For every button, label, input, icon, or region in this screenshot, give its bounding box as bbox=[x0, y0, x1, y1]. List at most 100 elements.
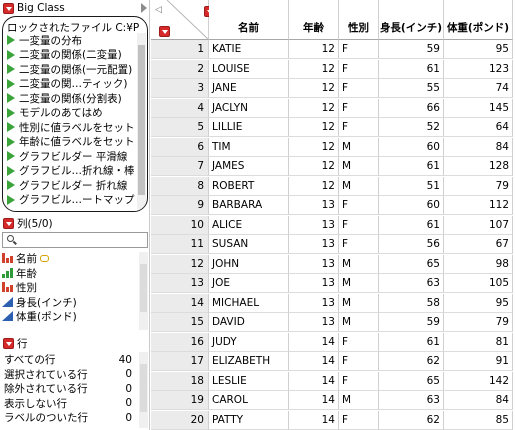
row-number[interactable]: 20 bbox=[151, 410, 209, 430]
table-cell[interactable]: 145 bbox=[444, 98, 513, 118]
table-cell[interactable]: 12 bbox=[289, 98, 339, 118]
run-script-triangle-icon[interactable] bbox=[7, 151, 15, 161]
table-cell[interactable]: 52 bbox=[379, 118, 444, 137]
column-search-input[interactable] bbox=[2, 232, 148, 248]
table-cell[interactable]: 62 bbox=[379, 410, 444, 430]
table-cell[interactable]: LESLIE bbox=[209, 371, 289, 391]
table-cell[interactable]: JOHN bbox=[209, 254, 289, 274]
table-script-item[interactable]: 一変量の分布 bbox=[7, 33, 135, 47]
table-script-item[interactable]: グラフビル…折れ線・棒 bbox=[7, 164, 135, 178]
table-cell[interactable]: 59 bbox=[379, 313, 444, 332]
table-cell[interactable]: F bbox=[339, 410, 379, 430]
table-cell[interactable]: 13 bbox=[289, 313, 339, 332]
table-script-item[interactable]: 二変量の関係(一元配置) bbox=[7, 62, 135, 76]
column-list-item[interactable]: 身長(インチ) bbox=[2, 296, 77, 309]
scripts-scroll-thumb[interactable] bbox=[138, 45, 145, 195]
table-cell[interactable]: SUSAN bbox=[209, 235, 289, 254]
table-cell[interactable]: ELIZABETH bbox=[209, 352, 289, 371]
table-script-item[interactable]: 二変量の関係(二変量) bbox=[7, 48, 135, 62]
table-cell[interactable]: 51 bbox=[379, 176, 444, 196]
run-script-triangle-icon[interactable] bbox=[7, 78, 15, 89]
table-cell[interactable]: 12 bbox=[289, 118, 339, 137]
table-cell[interactable]: 56 bbox=[379, 235, 444, 254]
table-cell[interactable]: JANE bbox=[209, 79, 289, 98]
rows-scrollbar[interactable] bbox=[139, 352, 148, 428]
columns-scrollbar[interactable] bbox=[139, 252, 148, 330]
rows-header-menu-icon[interactable] bbox=[159, 26, 170, 37]
table-script-item[interactable]: グラフビルダー 折れ線 bbox=[7, 178, 135, 192]
table-cell[interactable]: MICHAEL bbox=[209, 293, 289, 313]
row-number[interactable]: 19 bbox=[151, 391, 209, 410]
run-script-triangle-icon[interactable] bbox=[7, 194, 15, 205]
table-cell[interactable]: 61 bbox=[379, 59, 444, 79]
table-cell[interactable]: 13 bbox=[289, 254, 339, 274]
table-cell[interactable]: 12 bbox=[289, 79, 339, 98]
row-number[interactable]: 8 bbox=[151, 176, 209, 196]
table-cell[interactable]: M bbox=[339, 176, 379, 196]
table-cell[interactable]: 59 bbox=[379, 40, 444, 59]
table-cell[interactable]: 67 bbox=[444, 235, 513, 254]
table-cell[interactable]: 79 bbox=[444, 313, 513, 332]
table-cell[interactable]: M bbox=[339, 313, 379, 332]
row-number[interactable]: 18 bbox=[151, 371, 209, 391]
run-script-triangle-icon[interactable] bbox=[7, 122, 15, 132]
run-script-triangle-icon[interactable] bbox=[7, 49, 15, 60]
row-state-item[interactable]: 除外されている行 0 bbox=[4, 382, 132, 396]
row-number[interactable]: 5 bbox=[151, 118, 209, 137]
table-cell[interactable]: 12 bbox=[289, 157, 339, 176]
row-number[interactable]: 7 bbox=[151, 157, 209, 176]
run-script-triangle-icon[interactable] bbox=[7, 107, 15, 118]
table-cell[interactable]: JUDY bbox=[209, 332, 289, 352]
table-cell[interactable]: 14 bbox=[289, 352, 339, 371]
run-script-triangle-icon[interactable] bbox=[7, 180, 15, 190]
table-cell[interactable]: JOE bbox=[209, 274, 289, 293]
table-cell[interactable]: LILLIE bbox=[209, 118, 289, 137]
table-cell[interactable]: 12 bbox=[289, 137, 339, 157]
table-cell[interactable]: 14 bbox=[289, 332, 339, 352]
table-cell[interactable]: F bbox=[339, 196, 379, 215]
columns-menu-red-triangle-icon[interactable] bbox=[3, 217, 14, 229]
table-cell[interactable]: JAMES bbox=[209, 157, 289, 176]
row-number[interactable]: 6 bbox=[151, 137, 209, 157]
table-cell[interactable]: 13 bbox=[289, 196, 339, 215]
table-cell[interactable]: 112 bbox=[444, 196, 513, 215]
table-cell[interactable]: 105 bbox=[444, 274, 513, 293]
table-script-item[interactable]: 性別に値ラベルをセット bbox=[7, 120, 135, 134]
table-script-item[interactable]: 二変量の関係(分割表) bbox=[7, 91, 135, 105]
table-cell[interactable]: F bbox=[339, 235, 379, 254]
column-list-item[interactable]: 体重(ポンド) bbox=[2, 310, 77, 323]
table-cell[interactable]: TIM bbox=[209, 137, 289, 157]
columns-scroll-thumb[interactable] bbox=[140, 264, 147, 312]
table-cell[interactable]: 12 bbox=[289, 176, 339, 196]
table-cell[interactable]: 62 bbox=[379, 352, 444, 371]
table-cell[interactable]: 61 bbox=[379, 215, 444, 235]
table-cell[interactable]: 84 bbox=[444, 391, 513, 410]
row-number[interactable]: 9 bbox=[151, 196, 209, 215]
column-header[interactable]: 年齢 bbox=[289, 0, 339, 40]
table-cell[interactable]: 95 bbox=[444, 293, 513, 313]
row-number[interactable]: 2 bbox=[151, 59, 209, 79]
table-cell[interactable]: F bbox=[339, 59, 379, 79]
run-script-triangle-icon[interactable] bbox=[7, 64, 15, 74]
table-cell[interactable]: F bbox=[339, 352, 379, 371]
row-state-item[interactable]: すべての行 40 bbox=[4, 353, 132, 367]
table-cell[interactable]: 60 bbox=[379, 196, 444, 215]
table-cell[interactable]: 64 bbox=[444, 118, 513, 137]
table-cell[interactable]: M bbox=[339, 391, 379, 410]
table-cell[interactable]: 13 bbox=[289, 235, 339, 254]
table-cell[interactable]: 13 bbox=[289, 293, 339, 313]
table-cell[interactable]: 79 bbox=[444, 176, 513, 196]
table-cell[interactable]: 98 bbox=[444, 254, 513, 274]
column-list-item[interactable]: 性別 bbox=[2, 281, 37, 294]
table-cell[interactable]: M bbox=[339, 137, 379, 157]
row-number[interactable]: 4 bbox=[151, 98, 209, 118]
row-number[interactable]: 17 bbox=[151, 352, 209, 371]
table-cell[interactable]: F bbox=[339, 79, 379, 98]
table-cell[interactable]: 123 bbox=[444, 59, 513, 79]
row-number[interactable]: 10 bbox=[151, 215, 209, 235]
table-cell[interactable]: 61 bbox=[379, 332, 444, 352]
table-cell[interactable]: 60 bbox=[379, 137, 444, 157]
table-cell[interactable]: 63 bbox=[379, 274, 444, 293]
table-cell[interactable]: PATTY bbox=[209, 410, 289, 430]
run-script-triangle-icon[interactable] bbox=[7, 165, 15, 176]
